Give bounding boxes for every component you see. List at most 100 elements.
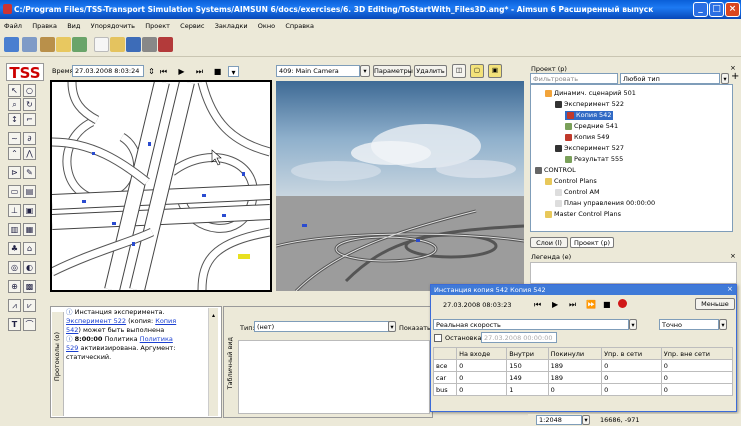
slope-tool-icon[interactable]: ⩘ xyxy=(8,299,21,312)
tree-item[interactable]: Эксперимент 522 xyxy=(555,100,624,109)
stop-icon[interactable]: ■ xyxy=(212,66,223,77)
menu-window[interactable]: Окно xyxy=(258,22,275,30)
message-link[interactable]: Политика xyxy=(140,335,173,343)
menu-tools[interactable]: Сервис xyxy=(180,22,204,30)
accuracy-select[interactable]: Точно xyxy=(659,319,719,330)
step-forward-icon[interactable]: ⏭ xyxy=(194,66,205,77)
paste-icon[interactable] xyxy=(72,37,87,52)
curve-icon[interactable] xyxy=(22,37,37,52)
signal-tool-icon[interactable]: ⊥ xyxy=(8,204,21,217)
zoom-select[interactable]: 1:2048 xyxy=(536,415,582,425)
measure-tool-icon[interactable]: ⊕ xyxy=(8,280,21,293)
print-icon[interactable] xyxy=(142,37,157,52)
dialog-stop-icon[interactable]: ■ xyxy=(603,300,611,309)
maximize-button[interactable]: □ xyxy=(709,2,724,17)
dialog-rewind-icon[interactable]: ⏮ xyxy=(534,300,541,310)
type-filter-dropdown-icon[interactable]: ▾ xyxy=(721,73,729,84)
close-button[interactable]: × xyxy=(725,2,740,17)
type-filter-select[interactable]: Любой тип xyxy=(620,73,720,84)
centroid-tool-icon[interactable]: ▭ xyxy=(8,185,21,198)
params-button[interactable]: Параметры xyxy=(373,65,413,77)
menu-project[interactable]: Проект xyxy=(145,22,170,30)
rotate-tool-icon[interactable]: ↻ xyxy=(23,98,36,111)
messages-scrollbar[interactable] xyxy=(208,308,218,416)
table-type-dropdown-icon[interactable]: ▾ xyxy=(388,321,396,332)
dialog-close-icon[interactable]: × xyxy=(727,285,733,293)
speed-dropdown-icon[interactable]: ▾ xyxy=(629,319,637,330)
save-icon[interactable] xyxy=(126,37,141,52)
polyline-tool-icon[interactable]: ⌐ xyxy=(23,113,36,126)
sign-tool-icon[interactable]: ♣ xyxy=(8,242,21,255)
scroll-up-icon[interactable]: ▴ xyxy=(212,312,215,319)
zoom-tool-icon[interactable]: ⌕ xyxy=(8,98,21,111)
stop-time-field[interactable]: 27.03.2008 00:00:00 xyxy=(481,332,557,343)
tree-item[interactable]: Master Control Plans xyxy=(545,210,621,219)
camera-tool-icon[interactable]: ◐ xyxy=(23,261,36,274)
network-icon[interactable] xyxy=(4,37,19,52)
grid-tool-icon[interactable]: ▩ xyxy=(23,280,36,293)
menu-edit[interactable]: Правка xyxy=(32,22,57,30)
section-tool-icon[interactable]: ↕ xyxy=(8,113,21,126)
tab-project[interactable]: Проект (р) xyxy=(570,237,616,248)
speed-select[interactable]: Реальная скорость xyxy=(433,319,629,330)
dialog-play-icon[interactable]: ▶ xyxy=(552,300,558,309)
network-2d-view[interactable] xyxy=(50,80,272,292)
dialog-record-icon[interactable] xyxy=(618,299,627,308)
tree-item[interactable]: Копия 542 xyxy=(565,111,614,120)
record-icon[interactable] xyxy=(158,37,173,52)
menu-bookmarks[interactable]: Закладки xyxy=(215,22,248,30)
tree-item[interactable]: Эксперимент 527 xyxy=(555,144,624,153)
play-icon[interactable]: ▶ xyxy=(176,66,187,77)
time-field[interactable]: 27.03.2008 8:03:24 xyxy=(72,65,144,77)
turn-tool-icon[interactable]: ⋀ xyxy=(23,147,36,160)
polygon-tool-icon[interactable]: ⌒ xyxy=(23,318,36,331)
message-link[interactable]: Эксперимент 522 xyxy=(66,317,126,325)
view-tool-icon[interactable]: ◎ xyxy=(8,261,21,274)
message-link[interactable]: 542 xyxy=(66,326,78,334)
node-tool-icon[interactable]: ⌃ xyxy=(8,147,21,160)
arc-tool-icon[interactable]: ∂ xyxy=(23,132,36,145)
tab-layers[interactable]: Слои (l) xyxy=(530,237,570,248)
dialog-fast-forward-icon[interactable]: ⏩ xyxy=(586,300,596,309)
legend-close-icon[interactable]: ⨯ xyxy=(730,252,736,260)
delete-camera-button[interactable]: Удалить xyxy=(414,65,447,77)
tree-item[interactable]: Динамич. сценарий 501 xyxy=(545,89,636,98)
text-tool-icon[interactable]: T xyxy=(8,318,21,331)
tree-item[interactable]: Control Plans xyxy=(545,177,597,186)
menu-file[interactable]: Файл xyxy=(4,22,22,30)
network-3d-view[interactable] xyxy=(276,81,524,291)
camera-record-icon[interactable]: ▢ xyxy=(470,64,484,78)
detector-tool-icon[interactable]: ▤ xyxy=(23,185,36,198)
filter-input[interactable]: Фильтровать xyxy=(530,73,618,84)
menu-help[interactable]: Справка xyxy=(285,22,314,30)
menu-view[interactable]: Вид xyxy=(67,22,80,30)
meter-tool-icon[interactable]: ▣ xyxy=(23,204,36,217)
table-type-select[interactable]: (нет) xyxy=(254,321,389,332)
pan-tool-icon[interactable]: ○ xyxy=(23,84,36,97)
copy-icon[interactable] xyxy=(56,37,71,52)
add-filter-icon[interactable]: + xyxy=(731,71,739,82)
speed-dropdown-icon[interactable]: ▾ xyxy=(228,66,239,77)
pointer-tool-icon[interactable]: ↖ xyxy=(8,84,21,97)
new-file-icon[interactable] xyxy=(94,37,109,52)
pen-tool-icon[interactable]: ✎ xyxy=(23,166,36,179)
tree-item[interactable]: Control AM xyxy=(555,188,600,197)
message-link[interactable]: 529 xyxy=(66,344,78,352)
cut-icon[interactable] xyxy=(40,37,55,52)
open-folder-icon[interactable] xyxy=(110,37,125,52)
less-button[interactable]: Меньше xyxy=(695,298,735,310)
tree-item[interactable]: CONTROL xyxy=(535,166,576,175)
dialog-step-icon[interactable]: ⏭ xyxy=(569,300,576,310)
camera-view-icon[interactable]: ◫ xyxy=(452,64,466,78)
zoom-dropdown-icon[interactable]: ▾ xyxy=(582,415,590,425)
menu-arrange[interactable]: Упорядочить xyxy=(91,22,135,30)
stop-tool-icon[interactable]: ▥ xyxy=(8,223,21,236)
landmark-tool-icon[interactable]: ⌂ xyxy=(23,242,36,255)
tree-item[interactable]: Результат 555 xyxy=(565,155,623,164)
vms-tool-icon[interactable]: ▦ xyxy=(23,223,36,236)
tree-item[interactable]: План управления 00:00:00 xyxy=(555,199,655,208)
curve-tool-icon[interactable]: ~ xyxy=(8,132,21,145)
tree-item[interactable]: Средние 541 xyxy=(565,122,618,131)
message-link[interactable]: Копия xyxy=(155,317,176,325)
minimize-button[interactable]: _ xyxy=(693,2,708,17)
